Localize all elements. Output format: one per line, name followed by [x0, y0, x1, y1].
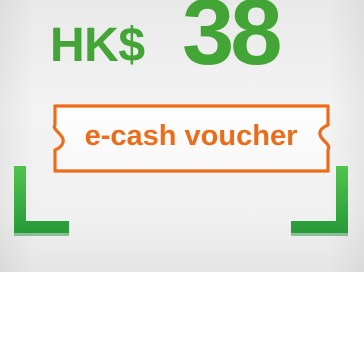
voucher-value: 38 [182, 0, 283, 84]
currency-symbol: HK$ [50, 19, 145, 72]
blank-background [0, 272, 364, 357]
voucher-graphic: HK$ 38 e-cash voucher [0, 0, 364, 357]
right-corner-bracket-icon [291, 166, 353, 244]
left-corner-bracket-icon [9, 166, 71, 244]
voucher-label: e-cash voucher [84, 120, 298, 152]
voucher-amount: HK$ 38 [50, 0, 330, 88]
voucher-banner: HK$ 38 e-cash voucher [0, 0, 364, 272]
